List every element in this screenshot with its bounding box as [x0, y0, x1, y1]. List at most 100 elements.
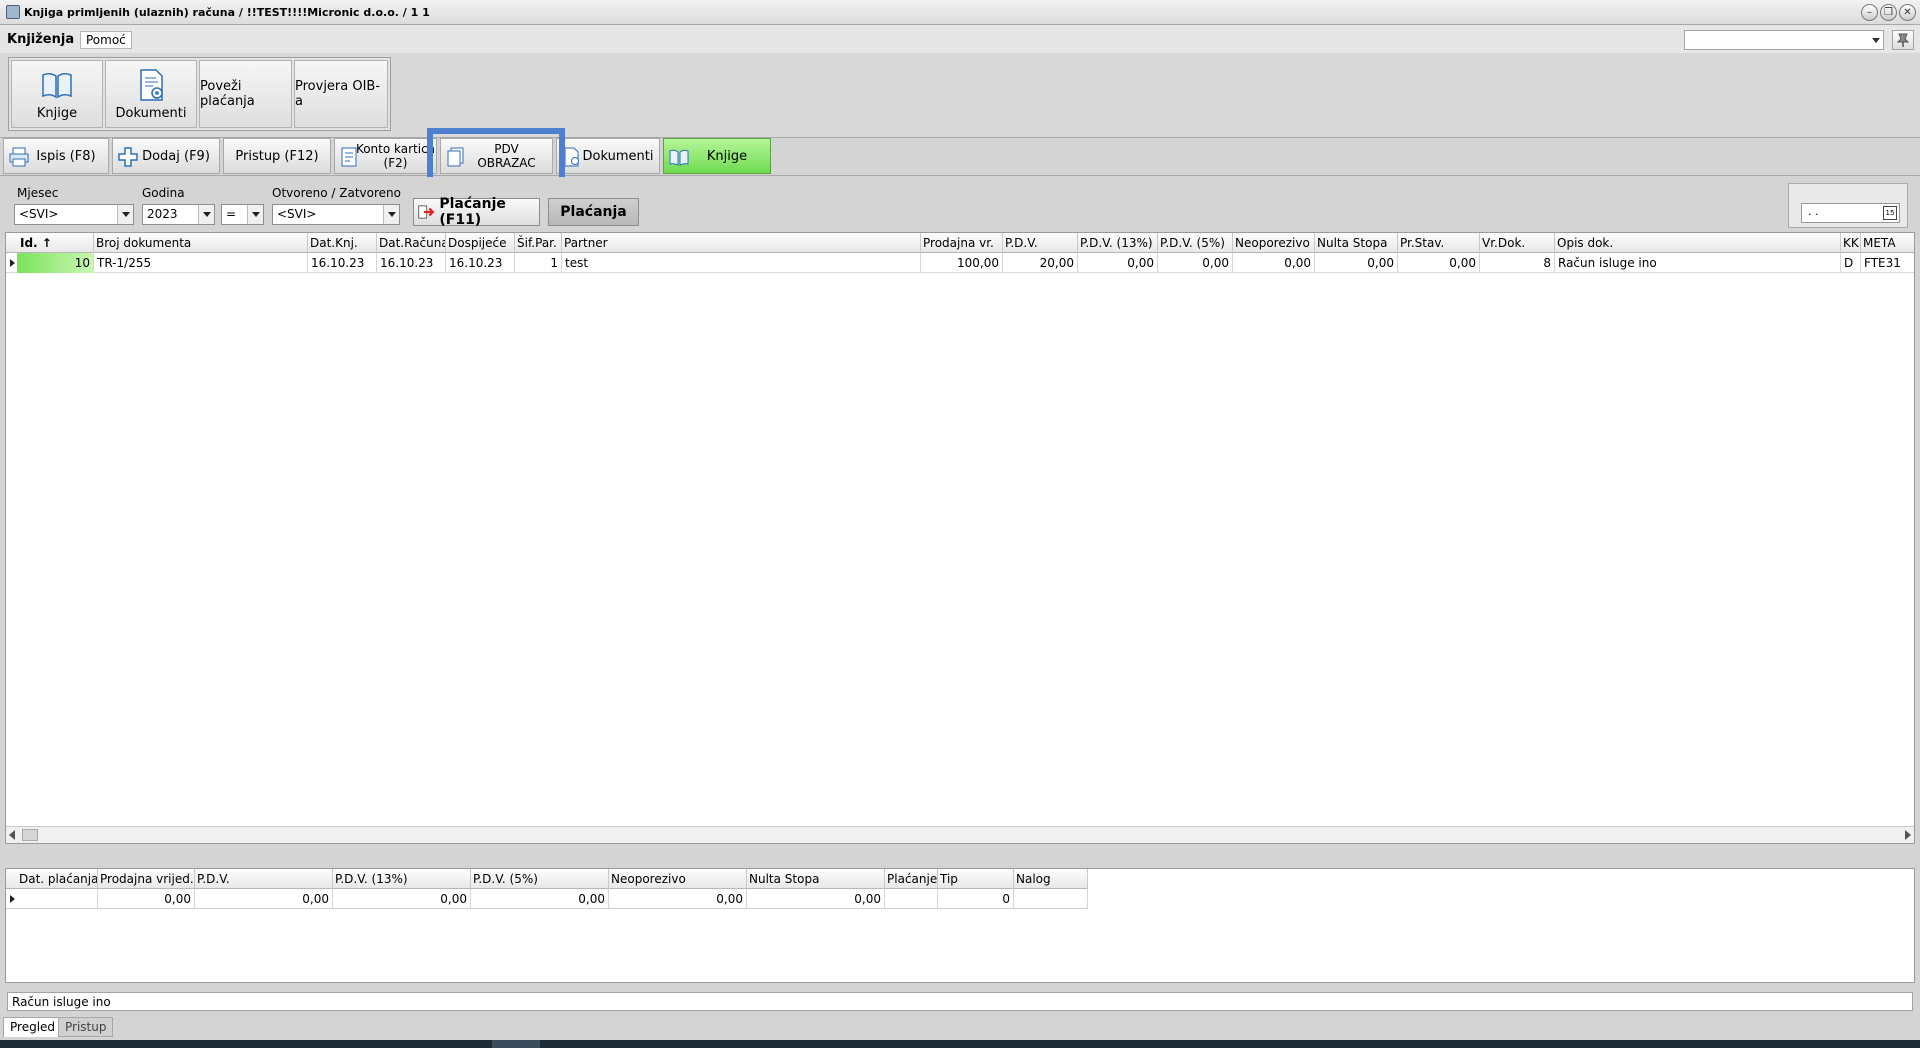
col-opis[interactable]: Opis dok. — [1555, 233, 1841, 253]
pcell-pdv[interactable]: 0,00 — [195, 889, 333, 909]
cell-kk[interactable]: D — [1841, 253, 1861, 273]
provjera-oib-button[interactable]: Provjera OIB-a — [294, 60, 388, 128]
cell-vrdok[interactable]: 8 — [1480, 253, 1555, 273]
scroll-right-icon[interactable] — [1905, 830, 1911, 840]
col-pdv13[interactable]: P.D.V. (13%) — [1078, 233, 1158, 253]
godina-select[interactable]: 2023 — [142, 204, 215, 225]
konto-label-line2: (F2) — [383, 156, 408, 170]
pcol-nalog[interactable]: Nalog — [1014, 869, 1088, 889]
pcol-prod[interactable]: Prodajna vrijed. — [98, 869, 195, 889]
calendar-icon[interactable]: 15 — [1883, 206, 1897, 220]
cell-id[interactable]: 10 — [17, 253, 94, 273]
pcell-nulta[interactable]: 0,00 — [747, 889, 885, 909]
pin-button[interactable] — [1892, 30, 1914, 50]
col-neopor[interactable]: Neoporezivo — [1233, 233, 1315, 253]
col-pdv[interactable]: P.D.V. — [1003, 233, 1078, 253]
chevron-down-icon — [1872, 38, 1880, 43]
pcell-neopor[interactable]: 0,00 — [609, 889, 747, 909]
pristup-button[interactable]: Pristup (F12) — [223, 138, 331, 174]
cell-pdv5[interactable]: 0,00 — [1158, 253, 1233, 273]
pcell-nalog[interactable] — [1014, 889, 1088, 909]
col-prstav[interactable]: Pr.Stav. — [1398, 233, 1480, 253]
col-datrac[interactable]: Dat.Računa — [377, 233, 446, 253]
cell-partner[interactable]: test — [562, 253, 921, 273]
operator-select[interactable]: = — [221, 204, 264, 225]
col-broj[interactable]: Broj dokumenta — [94, 233, 308, 253]
pcol-nulta[interactable]: Nulta Stopa — [747, 869, 885, 889]
pcell-prod[interactable]: 0,00 — [98, 889, 195, 909]
cell-datrac[interactable]: 16.10.23 — [377, 253, 446, 273]
otvoreno-select[interactable]: <SVI> — [272, 204, 400, 225]
pcell-dat[interactable] — [6, 889, 98, 909]
top-search-combo[interactable] — [1684, 30, 1884, 50]
col-partner[interactable]: Partner — [562, 233, 921, 253]
col-dosp[interactable]: Dospijeće — [446, 233, 515, 253]
taskbar — [0, 1040, 1920, 1048]
cell-meta[interactable]: FTE31 — [1861, 253, 1914, 273]
chevron-down-icon — [198, 205, 214, 224]
col-id[interactable]: Id. ↑ — [6, 233, 94, 253]
tab-pristup[interactable]: Pristup — [58, 1017, 114, 1037]
ribbon-knjige-label: Knjige — [36, 106, 78, 121]
pcol-pdv[interactable]: P.D.V. — [195, 869, 333, 889]
cell-prstav[interactable]: 0,00 — [1398, 253, 1480, 273]
taskbar-item[interactable] — [492, 1040, 540, 1048]
cell-pdv13[interactable]: 0,00 — [1078, 253, 1158, 273]
col-sifpar[interactable]: Šif.Par. — [515, 233, 562, 253]
col-meta[interactable]: META — [1861, 233, 1914, 253]
placanje-button[interactable]: Plaćanje (F11) — [413, 196, 540, 228]
pcell-plac[interactable] — [885, 889, 938, 909]
scroll-left-icon[interactable] — [9, 830, 15, 840]
knjige-button[interactable]: Knjige — [663, 138, 771, 174]
pcell-tip[interactable]: 0 — [938, 889, 1014, 909]
ribbon-knjige-button[interactable]: Knjige — [11, 60, 103, 128]
cell-broj[interactable]: TR-1/255 — [94, 253, 308, 273]
ispis-button[interactable]: Ispis (F8) — [3, 138, 109, 174]
pcol-pdv13[interactable]: P.D.V. (13%) — [333, 869, 471, 889]
cell-neopor[interactable]: 0,00 — [1233, 253, 1315, 273]
table-row[interactable]: 0,00 0,00 0,00 0,00 0,00 0,00 0 — [6, 889, 1088, 909]
cell-dosp[interactable]: 16.10.23 — [446, 253, 515, 273]
dodaj-button[interactable]: Dodaj (F9) — [112, 138, 220, 174]
konto-kartica-button[interactable]: Konto kartica (F2) — [334, 138, 437, 174]
tab-pomoc[interactable]: Pomoć — [80, 31, 132, 49]
cell-pdv[interactable]: 20,00 — [1003, 253, 1078, 273]
documents-grid: Id. ↑ Broj dokumenta Dat.Knj. Dat.Računa… — [5, 232, 1915, 844]
minimize-button[interactable]: – — [1861, 4, 1878, 21]
pcol-tip[interactable]: Tip — [938, 869, 1014, 889]
col-nulta[interactable]: Nulta Stopa — [1315, 233, 1398, 253]
tab-pregled[interactable]: Pregled — [3, 1017, 63, 1037]
plus-icon — [118, 147, 138, 167]
pdv-obrazac-button[interactable]: PDV OBRAZAC — [440, 138, 553, 174]
pcell-pdv13[interactable]: 0,00 — [333, 889, 471, 909]
col-prodajna[interactable]: Prodajna vr. — [921, 233, 1003, 253]
close-button[interactable]: ✕ — [1899, 4, 1916, 21]
pcell-pdv5[interactable]: 0,00 — [471, 889, 609, 909]
date-input[interactable]: . . 15 — [1801, 203, 1900, 223]
placanja-button[interactable]: Plaćanja — [548, 198, 639, 226]
cell-datknj[interactable]: 16.10.23 — [308, 253, 377, 273]
pcol-neopor[interactable]: Neoporezivo — [609, 869, 747, 889]
mjesec-select[interactable]: <SVI> — [14, 204, 134, 225]
povezi-placanja-button[interactable]: Poveži plaćanja — [199, 60, 292, 128]
cell-opis[interactable]: Račun isluge ino — [1555, 253, 1841, 273]
col-kk[interactable]: KK — [1841, 233, 1861, 253]
placanje-label: Plaćanje (F11) — [439, 196, 506, 228]
cell-nulta[interactable]: 0,00 — [1315, 253, 1398, 273]
restore-button[interactable]: ❐ — [1880, 4, 1897, 21]
table-row[interactable]: 10 TR-1/255 16.10.23 16.10.23 16.10.23 1… — [6, 253, 1914, 273]
col-pdv5[interactable]: P.D.V. (5%) — [1158, 233, 1233, 253]
cell-sifpar[interactable]: 1 — [515, 253, 562, 273]
pcol-plac[interactable]: Plaćanje — [885, 869, 938, 889]
pcol-pdv5[interactable]: P.D.V. (5%) — [471, 869, 609, 889]
col-datknj[interactable]: Dat.Knj. — [308, 233, 377, 253]
dokumenti-button[interactable]: Dokumenti — [556, 138, 660, 174]
tab-knjizenja[interactable]: Knjiženja — [2, 29, 80, 49]
cell-prodajna[interactable]: 100,00 — [921, 253, 1003, 273]
ribbon-dokumenti-button[interactable]: Dokumenti — [105, 60, 197, 128]
col-vrdok[interactable]: Vr.Dok. — [1480, 233, 1555, 253]
bottom-tabs: Pregled Pristup — [0, 1015, 1920, 1039]
horizontal-scrollbar[interactable] — [6, 826, 1914, 843]
scroll-thumb[interactable] — [22, 829, 38, 841]
pcol-dat[interactable]: Dat. plaćanja — [6, 869, 98, 889]
